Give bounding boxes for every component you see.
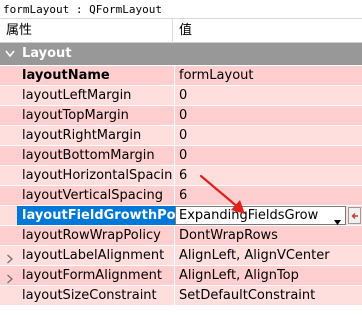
property-list: layoutName formLayout layoutLeftMargin 0… xyxy=(0,65,362,305)
column-separator xyxy=(174,226,175,245)
property-value[interactable]: AlignLeft, AlignTop xyxy=(179,266,299,285)
property-row-layoutSizeConstraint[interactable]: layoutSizeConstraint SetDefaultConstrain… xyxy=(0,285,362,305)
property-row-layoutBottomMargin[interactable]: layoutBottomMargin 0 xyxy=(0,145,362,165)
column-separator xyxy=(174,246,175,265)
group-layout[interactable]: Layout xyxy=(0,43,362,65)
property-value[interactable]: 6 xyxy=(179,186,187,205)
property-value[interactable]: DontWrapRows xyxy=(179,226,278,245)
property-value[interactable]: formLayout xyxy=(179,66,254,85)
property-value[interactable]: 0 xyxy=(179,126,187,145)
property-name: layoutRightMargin xyxy=(22,128,142,143)
property-column-header[interactable]: 属性 xyxy=(6,19,32,43)
property-name: layoutName xyxy=(22,68,110,83)
value-column-header[interactable]: 值 xyxy=(179,19,192,43)
property-value[interactable]: 0 xyxy=(179,86,187,105)
property-name: layoutVerticalSpacing xyxy=(22,188,163,203)
column-separator xyxy=(174,126,175,145)
chevron-down-icon[interactable] xyxy=(5,43,15,65)
property-editor-header: 属性 值 xyxy=(0,19,362,43)
property-name: layoutRowWrapPolicy xyxy=(22,228,161,243)
red-arrow-icon xyxy=(199,174,245,214)
property-row-layoutFieldGrowthPolicy[interactable]: layoutFieldGrowthPol... ExpandingFieldsG… xyxy=(0,205,362,225)
property-name: layoutLeftMargin xyxy=(22,88,132,103)
property-name: layoutLabelAlignment xyxy=(22,248,165,263)
column-separator xyxy=(174,286,175,305)
group-label: Layout xyxy=(22,46,72,61)
chevron-right-icon[interactable] xyxy=(6,251,14,264)
column-separator xyxy=(174,86,175,105)
property-row-layoutFormAlignment[interactable]: layoutFormAlignment AlignLeft, AlignTop xyxy=(0,265,362,285)
column-separator xyxy=(174,146,175,165)
property-row-layoutRowWrapPolicy[interactable]: layoutRowWrapPolicy DontWrapRows xyxy=(0,225,362,245)
header-divider[interactable] xyxy=(172,19,173,43)
property-row-layoutRightMargin[interactable]: layoutRightMargin 0 xyxy=(0,125,362,145)
property-value[interactable]: AlignLeft, AlignVCenter xyxy=(179,246,330,265)
column-separator xyxy=(174,66,175,85)
property-row-layoutTopMargin[interactable]: layoutTopMargin 0 xyxy=(0,105,362,125)
column-separator xyxy=(174,166,175,185)
property-value[interactable]: 6 xyxy=(179,166,187,185)
property-value[interactable]: 0 xyxy=(179,106,187,125)
property-name: layoutTopMargin xyxy=(22,108,129,123)
column-separator xyxy=(174,186,175,205)
property-row-layoutVerticalSpacing[interactable]: layoutVerticalSpacing 6 xyxy=(0,185,362,205)
property-row-layoutName[interactable]: layoutName formLayout xyxy=(0,65,362,85)
chevron-right-icon[interactable] xyxy=(6,271,14,284)
property-value[interactable]: SetDefaultConstraint xyxy=(179,286,315,305)
property-name: layoutFormAlignment xyxy=(22,268,162,283)
column-separator xyxy=(174,106,175,125)
reset-property-button[interactable] xyxy=(348,207,361,224)
property-name: layoutSizeConstraint xyxy=(22,288,157,303)
property-row-layoutHorizontalSpacing[interactable]: layoutHorizontalSpacing 6 xyxy=(0,165,362,185)
property-row-layoutLeftMargin[interactable]: layoutLeftMargin 0 xyxy=(0,85,362,105)
property-name: layoutBottomMargin xyxy=(22,148,155,163)
property-value[interactable]: 0 xyxy=(179,146,187,165)
property-name: layoutFieldGrowthPol... xyxy=(17,206,175,225)
window-title: formLayout : QFormLayout xyxy=(0,0,362,19)
property-row-layoutLabelAlignment[interactable]: layoutLabelAlignment AlignLeft, AlignVCe… xyxy=(0,245,362,265)
property-name: layoutHorizontalSpacing xyxy=(22,168,172,183)
column-separator xyxy=(174,266,175,285)
